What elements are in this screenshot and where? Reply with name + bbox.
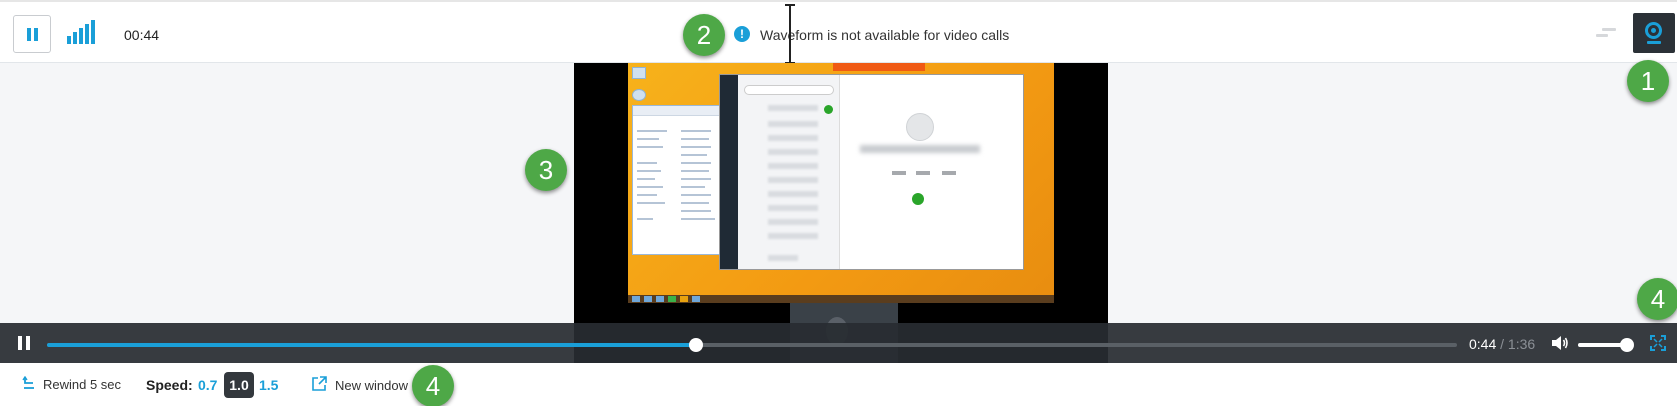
call-icon	[824, 105, 833, 114]
info-icon: !	[734, 26, 750, 42]
speed-option-1-5[interactable]: 1.5	[259, 377, 278, 393]
text-cursor-icon	[785, 4, 795, 64]
callout-badge-3: 3	[525, 149, 567, 191]
waveform-message: Waveform is not available for video call…	[760, 27, 1010, 43]
current-time: 0:44	[1469, 336, 1497, 352]
call-icon	[912, 193, 924, 205]
screen-share-video	[628, 63, 1054, 303]
seek-bar[interactable]	[47, 343, 1457, 347]
pause-icon	[18, 336, 22, 350]
player-controls: 0:44 / 1:36	[0, 323, 1677, 363]
callout-badge-4: 4	[1637, 278, 1677, 320]
volume-icon[interactable]	[1551, 335, 1569, 351]
player-pause-button[interactable]	[18, 336, 30, 350]
bottom-bar: Rewind 5 sec Speed: 0.7 1.0 1.5 New wind…	[0, 363, 1677, 406]
recycle-bin-icon	[632, 67, 646, 79]
fullscreen-icon[interactable]	[1650, 335, 1666, 351]
waveform-toggle-icon[interactable]	[1596, 26, 1616, 42]
callout-badge-2: 2	[683, 14, 725, 56]
elapsed-time: 00:44	[124, 27, 160, 43]
pause-icon	[27, 28, 31, 41]
desktop-app-icon	[632, 89, 646, 101]
webcam-icon	[1645, 22, 1662, 39]
video-frame[interactable]	[574, 63, 1108, 363]
pause-button[interactable]	[13, 15, 51, 53]
speed-option-1-0-selected[interactable]: 1.0	[224, 372, 254, 398]
rewind-icon[interactable]	[22, 376, 36, 390]
volume-handle[interactable]	[1620, 338, 1635, 352]
seek-bar-progress	[47, 343, 696, 347]
video-toggle-button[interactable]	[1633, 13, 1675, 53]
time-display: 0:44 / 1:36	[1469, 336, 1535, 352]
speed-option-0-7[interactable]: 0.7	[198, 377, 217, 393]
signal-strength-icon	[67, 20, 97, 44]
external-link-icon[interactable]	[312, 376, 327, 391]
top-toolbar: 00:44 ! Waveform is not available for vi…	[0, 0, 1677, 64]
new-window-button[interactable]: New window	[335, 378, 408, 393]
seek-handle[interactable]	[688, 338, 703, 352]
speed-label: Speed:	[146, 377, 193, 393]
time-separator: /	[1500, 336, 1505, 352]
file-explorer-window	[632, 105, 720, 255]
rewind-button[interactable]: Rewind 5 sec	[43, 377, 121, 392]
callout-badge-1: 1	[1627, 60, 1669, 102]
avatar	[906, 113, 934, 141]
duration: 1:36	[1507, 336, 1536, 352]
callout-badge-4-bottom: 4	[412, 365, 454, 406]
call-app-window	[719, 74, 1024, 270]
